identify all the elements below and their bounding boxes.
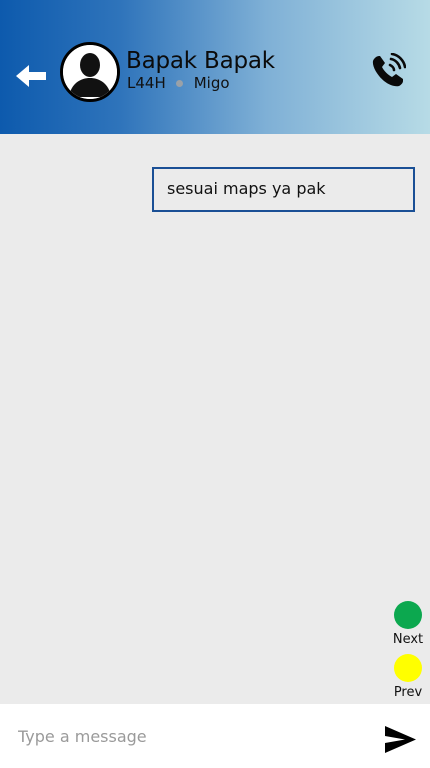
prev-label: Prev — [393, 685, 423, 700]
back-arrow-icon[interactable] — [16, 64, 46, 88]
next-button[interactable]: Next — [388, 601, 428, 647]
next-label: Next — [392, 632, 424, 647]
phone-call-icon[interactable] — [370, 53, 406, 89]
avatar — [60, 42, 120, 102]
next-indicator — [394, 601, 422, 629]
vehicle-name: Migo — [193, 74, 230, 92]
contact-name: Bapak Bapak — [126, 48, 275, 74]
message-bubble: sesuai maps ya pak — [152, 167, 415, 212]
send-icon[interactable] — [385, 726, 416, 753]
separator-dot — [175, 79, 183, 87]
prev-indicator — [394, 654, 422, 682]
chat-header: Bapak Bapak L44H Migo — [0, 0, 430, 134]
contact-subtitle: L44H Migo — [127, 74, 230, 92]
message-input[interactable] — [14, 718, 372, 754]
prev-button[interactable]: Prev — [388, 654, 428, 700]
person-avatar-icon — [63, 45, 117, 99]
vehicle-plate: L44H — [127, 74, 166, 92]
message-composer — [0, 704, 430, 768]
